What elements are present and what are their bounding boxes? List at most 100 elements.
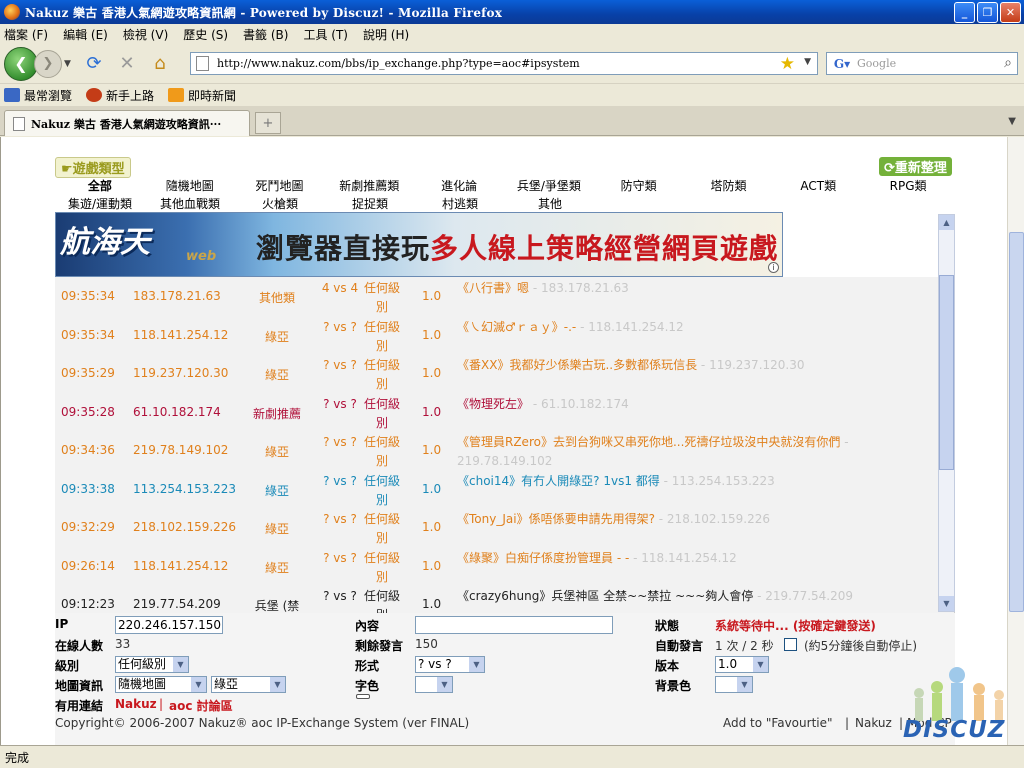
ip-exchange-log: 09:35:34 183.178.21.63 其他類 4 vs 4 任何級別 1.0 《八行… [55, 277, 955, 613]
scroll-up-icon[interactable]: ▲ [939, 215, 954, 230]
menu-view[interactable]: 檢視 (V) [123, 26, 168, 43]
log-vs: ? vs ? [323, 435, 357, 449]
version-select[interactable]: 1.0 ▼ [715, 656, 769, 673]
category-sports[interactable]: 集遊/運動類 [55, 195, 145, 212]
google-icon[interactable]: G▾ [827, 57, 857, 71]
ad-headline: 瀏覽器直接玩多人線上策略經營網頁遊戲 [256, 232, 779, 265]
search-bar[interactable]: G▾ Google ⌕ [826, 52, 1018, 75]
tab-nakuz[interactable]: Nakuz 樂古 香港人氣網遊攻略資訊··· [4, 110, 250, 136]
page-scroll-thumb[interactable] [1009, 232, 1024, 612]
log-vs: 4 vs 4 [321, 281, 359, 295]
scroll-down-icon[interactable]: ▼ [939, 596, 954, 611]
content-input[interactable] [415, 616, 613, 634]
log-text: 白痴仔係度扮管理員 - - [505, 550, 630, 565]
url-bar[interactable]: http://www.nakuz.com/bbs/ip_exchange.php… [190, 52, 818, 75]
back-button[interactable]: ❮ [4, 46, 38, 81]
menu-edit[interactable]: 編輯 (E) [63, 26, 108, 43]
category-castle[interactable]: 兵堡/爭堡類 [504, 177, 594, 194]
page-scrollbar[interactable] [1007, 137, 1024, 745]
page-icon [13, 116, 25, 131]
category-random-map[interactable]: 隨機地圖 [145, 177, 235, 194]
category-evolution[interactable]: 進化論 [414, 177, 504, 194]
category-rpg[interactable]: RPG類 [863, 177, 953, 194]
auto-post-label: 自動發言 [655, 639, 704, 653]
bookmark-latest-news[interactable]: 即時新聞 [168, 87, 236, 104]
category-catch[interactable]: 捉捉類 [325, 195, 415, 212]
ad-info-icon[interactable]: i [768, 262, 779, 273]
log-scrollbar[interactable]: ▲ ▼ [938, 214, 955, 612]
log-source-ip: - 61.10.182.174 [532, 396, 629, 411]
add-favourite-link[interactable]: Add to "Favourtie" [723, 716, 833, 730]
minimize-button[interactable]: _ [954, 2, 975, 23]
category-tower-defense[interactable]: 塔防類 [684, 177, 774, 194]
log-row: 09:33:38 113.254.153.223 綠亞 ? vs ? 任何級別 1.0 《c… [55, 470, 939, 508]
font-color-select[interactable]: ▼ [415, 676, 453, 693]
advertisement-banner[interactable]: 航海天 web 瀏覽器直接玩多人線上策略經營網頁遊戲 i [55, 212, 783, 277]
category-all[interactable]: 全部 [55, 177, 145, 194]
aoc-forum-link[interactable]: aoc 討論區 [169, 697, 233, 714]
log-user: 《八行書》 [457, 281, 518, 295]
auto-post-checkbox[interactable] [784, 638, 797, 651]
search-icon[interactable]: ⌕ [1004, 55, 1012, 71]
category-defense[interactable]: 防守類 [594, 177, 684, 194]
url-text: http://www.nakuz.com/bbs/ip_exchange.php… [217, 57, 580, 70]
color-swatch[interactable] [356, 694, 370, 699]
bg-color-label: 背景色 [655, 679, 692, 693]
scroll-thumb[interactable] [939, 275, 954, 470]
close-button[interactable]: ✕ [1000, 2, 1021, 23]
remaining-label: 剩餘發言 [355, 639, 404, 653]
log-map: 綠亞 [264, 560, 289, 575]
bookmark-most-visited[interactable]: 最常瀏覽 [4, 87, 72, 104]
bookmark-getting-started[interactable]: 新手上路 [86, 87, 154, 104]
map-variant-select[interactable]: 綠亞 ▼ [211, 676, 286, 693]
log-row: 09:35:29 119.237.120.30 綠亞 ? vs ? 任何級別 1.0 《番X… [55, 354, 939, 392]
tab-list-icon[interactable]: ▼ [1008, 116, 1016, 127]
map-select[interactable]: 隨機地圖 ▼ [115, 676, 207, 693]
history-dropdown-icon[interactable]: ▼ [64, 59, 74, 69]
log-ip: 61.10.182.174 [133, 404, 221, 419]
page-content: ☛遊戲類型 ⟳重新整理 全部 隨機地圖 死鬥地圖 新劇推薦類 進化論 兵堡/爭堡… [0, 137, 1024, 745]
log-user: 《綠聚》 [457, 550, 506, 565]
log-level: 任何級別 [363, 319, 400, 353]
chevron-down-icon: ▼ [737, 677, 752, 692]
ip-input[interactable]: 220.246.157.150 [115, 616, 223, 634]
new-tab-button[interactable]: + [255, 112, 281, 134]
home-icon[interactable]: ⌂ [147, 51, 173, 77]
category-other[interactable]: 其他 [505, 195, 595, 212]
restore-button[interactable]: ❐ [977, 2, 998, 23]
window-title: Nakuz 樂古 香港人氣網遊攻略資訊網 - Powered by Discuz… [25, 5, 503, 20]
ad-logo-web: web [186, 249, 217, 264]
ip-label: IP [55, 617, 69, 631]
menu-bookmarks[interactable]: 書籤 (B) [243, 26, 288, 43]
font-color-label: 字色 [355, 679, 380, 693]
refresh-button[interactable]: ⟳重新整理 [879, 157, 952, 176]
format-select[interactable]: ? vs ? ▼ [415, 656, 485, 673]
log-version: 1.0 [422, 597, 442, 611]
log-level: 任何級別 [363, 589, 400, 613]
url-dropdown-icon[interactable]: ▼ [804, 57, 811, 67]
forward-button[interactable]: ❯ [34, 49, 62, 78]
category-act[interactable]: ACT類 [773, 177, 863, 194]
category-new-scenario[interactable]: 新劇推薦類 [324, 177, 414, 194]
stop-icon[interactable]: ✕ [114, 51, 140, 77]
bookmark-star-icon[interactable]: ★ [780, 54, 795, 74]
nakuz-link[interactable]: Nakuz [115, 697, 157, 711]
category-village-escape[interactable]: 村逃類 [415, 195, 505, 212]
footer-nakuz-link[interactable]: Nakuz [855, 716, 892, 730]
bg-color-select[interactable]: ▼ [715, 676, 753, 693]
log-version: 1.0 [422, 327, 442, 342]
log-level: 任何級別 [363, 550, 400, 584]
menu-tools[interactable]: 工具 (T) [303, 26, 348, 43]
reload-icon[interactable]: ⟳ [81, 51, 107, 77]
menu-file[interactable]: 檔案 (F) [4, 26, 48, 43]
rss-icon [168, 88, 185, 102]
chevron-down-icon: ▼ [191, 677, 206, 692]
copyright-text: Copyright© 2006-2007 Nakuz® aoc IP-Excha… [55, 716, 470, 730]
menu-help[interactable]: 說明 (H) [363, 26, 409, 43]
level-select[interactable]: 任何級別 ▼ [115, 656, 189, 673]
chevron-down-icon: ▼ [437, 677, 452, 692]
menu-history[interactable]: 歷史 (S) [183, 26, 228, 43]
category-deathmatch[interactable]: 死鬥地圖 [235, 177, 325, 194]
category-other-battle[interactable]: 其他血戰類 [145, 195, 235, 212]
category-gun[interactable]: 火槍類 [235, 195, 325, 212]
